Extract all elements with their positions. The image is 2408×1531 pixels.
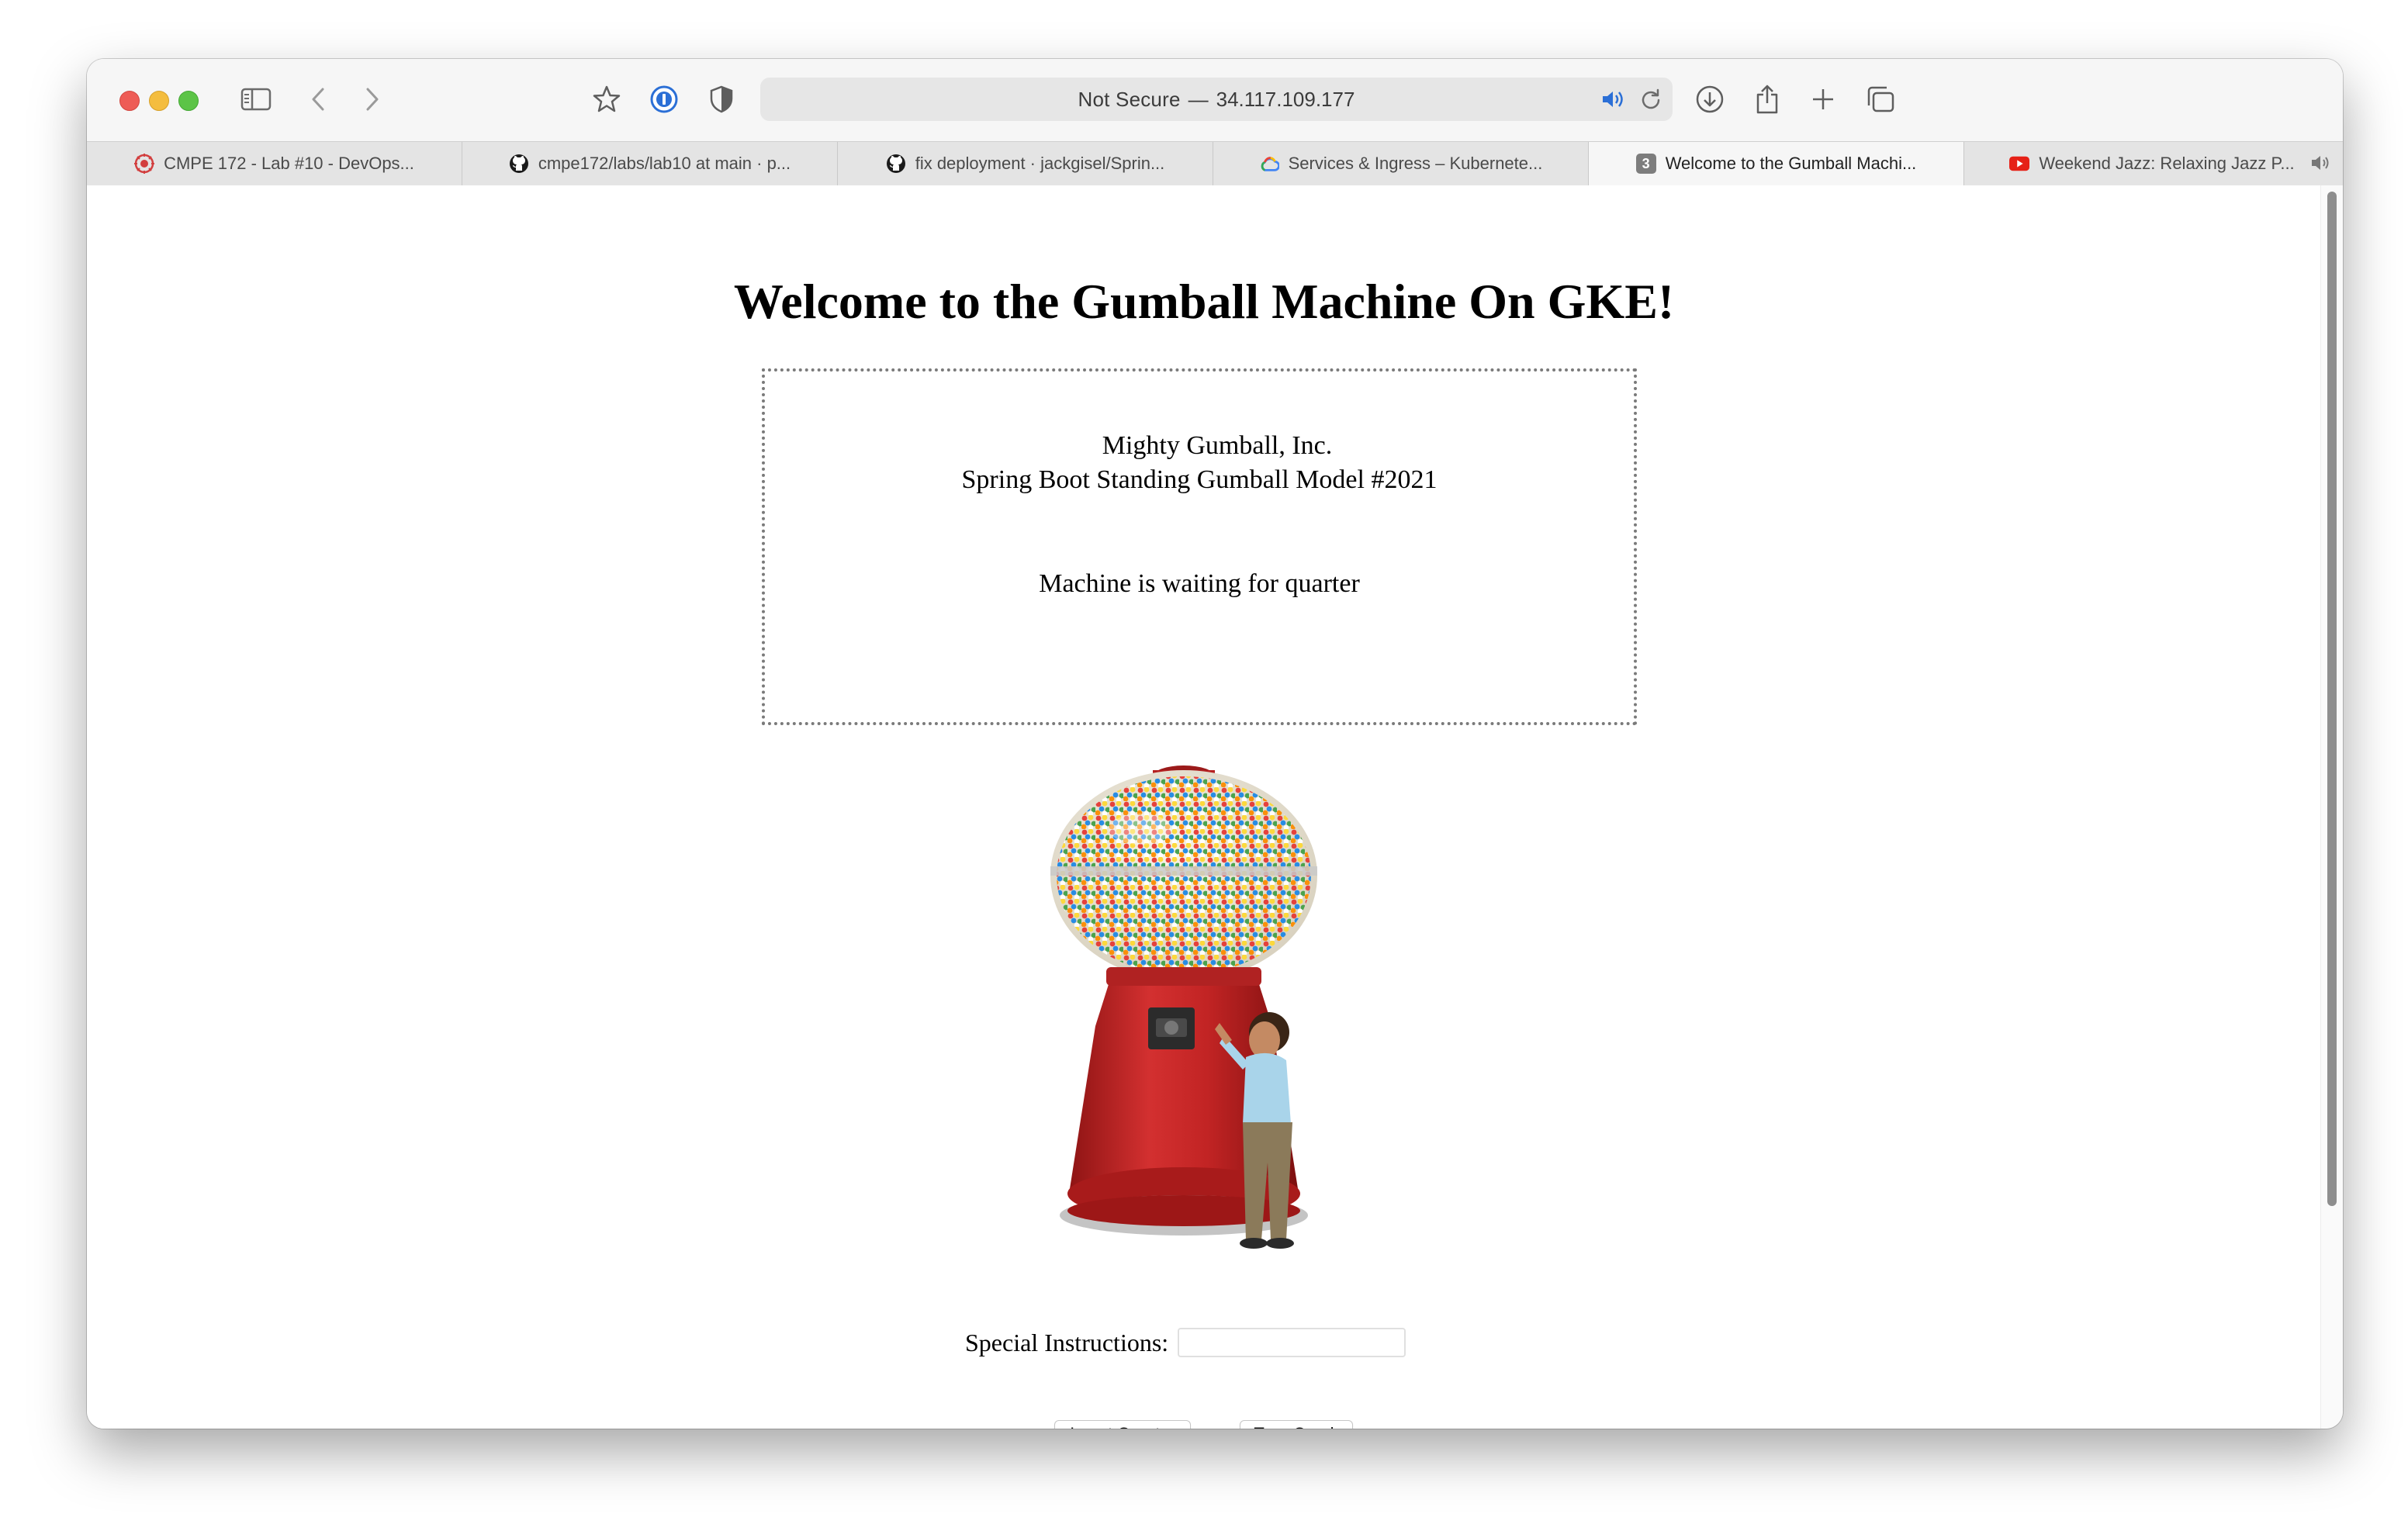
back-icon[interactable] — [296, 78, 340, 121]
vertical-scrollbar[interactable] — [2320, 185, 2343, 1429]
address-separator: — — [1188, 87, 1209, 111]
turn-crank-button[interactable]: Turn Crank — [1240, 1420, 1353, 1429]
google-cloud-icon — [1259, 154, 1279, 174]
share-icon[interactable] — [1745, 78, 1789, 121]
tab-youtube-jazz[interactable]: Weekend Jazz: Relaxing Jazz P... — [1964, 142, 2340, 185]
tab-label: Weekend Jazz: Relaxing Jazz P... — [2039, 154, 2295, 173]
page-content: Welcome to the Gumball Machine On GKE! M… — [87, 185, 2321, 1429]
tab-cmpe172-lab10[interactable]: CMPE 172 - Lab #10 - DevOps... — [87, 142, 462, 185]
page-title: Welcome to the Gumball Machine On GKE! — [733, 274, 1675, 329]
machine-display: Mighty Gumball, Inc. Spring Boot Standin… — [762, 368, 1637, 725]
speaker-icon[interactable] — [2310, 154, 2330, 176]
browser-window: Not Secure — 34.117.109.177 CMPE 172 - L… — [87, 59, 2343, 1429]
reload-icon[interactable] — [1640, 78, 1662, 121]
address-bar[interactable]: Not Secure — 34.117.109.177 — [760, 78, 1673, 121]
tab-label: Welcome to the Gumball Machi... — [1665, 154, 1917, 173]
machine-state: Machine is waiting for quarter — [1039, 569, 1360, 598]
youtube-icon — [2009, 154, 2030, 174]
sjsu-icon — [134, 154, 155, 174]
special-instructions-input[interactable] — [1178, 1328, 1406, 1357]
tab-label: Services & Ingress – Kubernete... — [1288, 154, 1543, 173]
tab-label: cmpe172/labs/lab10 at main · p... — [538, 154, 791, 173]
close-window-button[interactable] — [119, 91, 140, 111]
password-manager-icon[interactable] — [642, 78, 686, 121]
forward-icon[interactable] — [351, 78, 394, 121]
insert-quarter-button[interactable]: Insert Quarter — [1054, 1420, 1191, 1429]
scrollbar-thumb[interactable] — [2327, 192, 2337, 1206]
tab-label: fix deployment · jackgisel/Sprin... — [915, 154, 1165, 173]
gumball-machine-image — [1040, 759, 1365, 1256]
special-instructions-row: Special Instructions: — [965, 1325, 1406, 1360]
privacy-shield-icon[interactable] — [700, 78, 743, 121]
audio-playing-icon[interactable] — [1601, 78, 1624, 121]
maximize-window-button[interactable] — [178, 91, 199, 111]
downloads-icon[interactable] — [1688, 78, 1732, 121]
tab-overview-icon[interactable] — [1859, 78, 1902, 121]
address-security-label: Not Secure — [1078, 87, 1181, 111]
tab-github-labs[interactable]: cmpe172/labs/lab10 at main · p... — [462, 142, 838, 185]
address-host: 34.117.109.177 — [1216, 87, 1355, 111]
github-icon — [886, 154, 906, 174]
github-icon — [509, 154, 529, 174]
special-instructions-label: Special Instructions: — [965, 1328, 1169, 1356]
new-tab-icon[interactable] — [1801, 78, 1845, 121]
company-name: Mighty Gumball, Inc. — [1102, 431, 1333, 460]
tab-gumball-active[interactable]: 3 Welcome to the Gumball Machi... — [1589, 142, 1964, 185]
machine-model: Spring Boot Standing Gumball Model #2021 — [961, 465, 1438, 494]
tab-bar: CMPE 172 - Lab #10 - DevOps... cmpe172/l… — [87, 141, 2343, 186]
tab-label: CMPE 172 - Lab #10 - DevOps... — [164, 154, 414, 173]
minimize-window-button[interactable] — [149, 91, 169, 111]
tab-github-deployment[interactable]: fix deployment · jackgisel/Sprin... — [838, 142, 1213, 185]
sidebar-toggle-icon[interactable] — [234, 78, 278, 121]
tab-google-cloud[interactable]: Services & Ingress – Kubernete... — [1213, 142, 1589, 185]
number-3-icon: 3 — [1635, 154, 1656, 174]
bookmark-star-icon[interactable] — [585, 78, 628, 121]
browser-toolbar: Not Secure — 34.117.109.177 — [87, 59, 2343, 141]
